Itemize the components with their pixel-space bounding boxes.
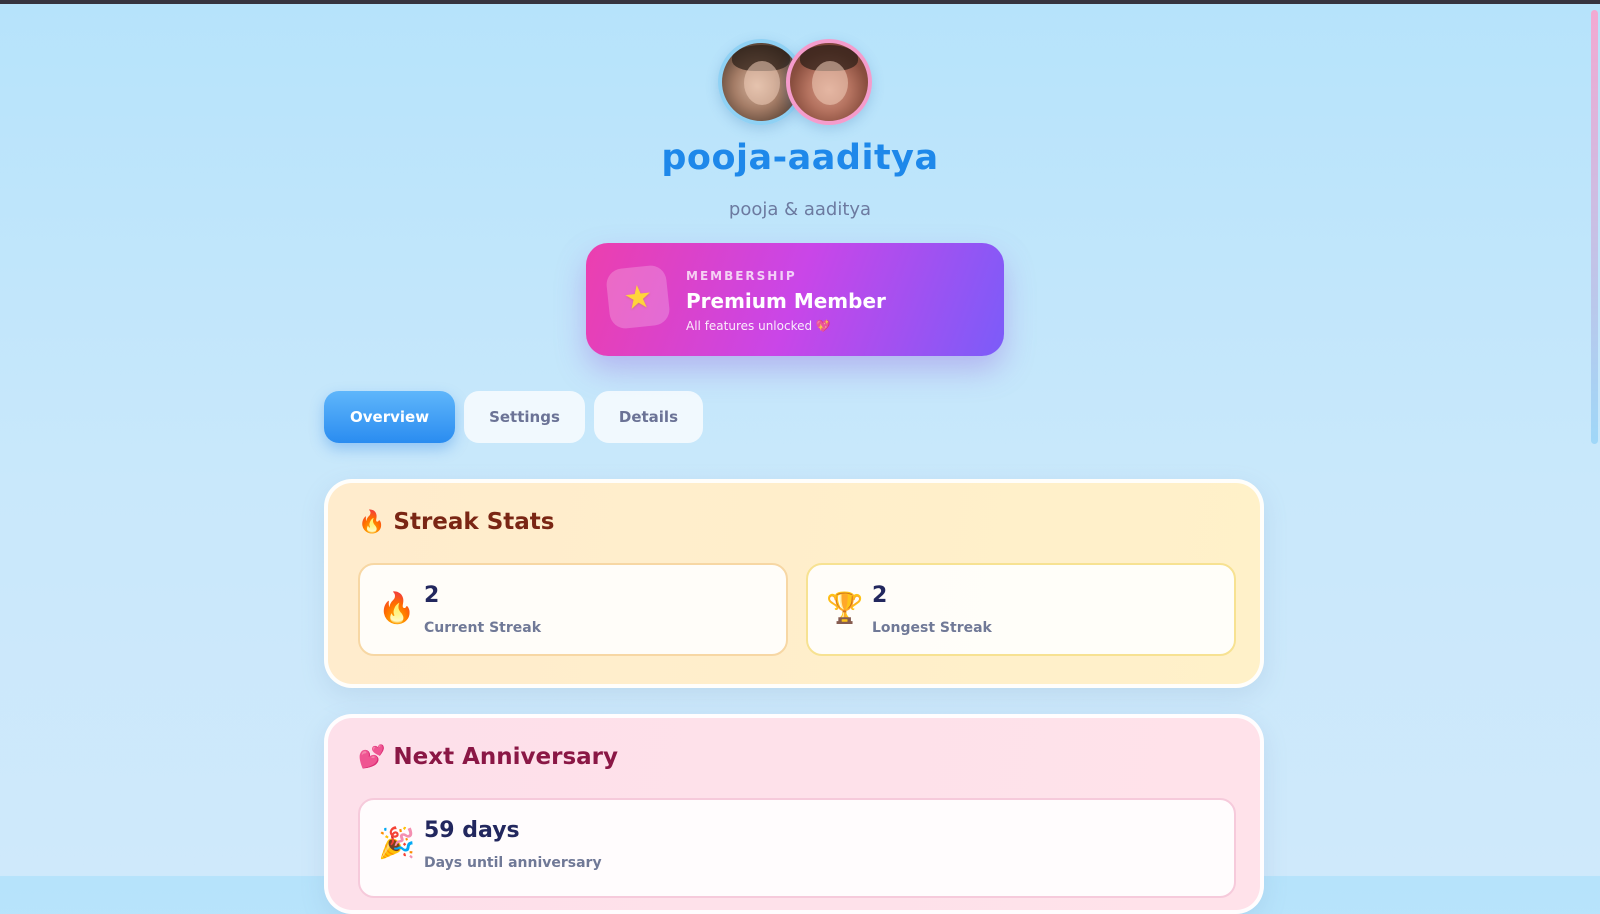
current-streak-card: 🔥 2 Current Streak — [358, 563, 788, 656]
couple-avatars — [718, 39, 874, 125]
longest-streak-label: Longest Streak — [872, 620, 992, 636]
avatar-aaditya — [786, 39, 872, 125]
fire-icon: 🔥 — [378, 591, 416, 626]
next-anniversary-panel: 💕 Next Anniversary 🎉 59 days Days until … — [324, 714, 1264, 914]
streak-stats-title: Streak Stats — [393, 509, 555, 535]
tab-bar: Overview Settings Details — [324, 391, 704, 443]
next-anniversary-heading: 💕 Next Anniversary — [358, 744, 618, 770]
days-until-anniversary-value: 59 days — [424, 818, 520, 843]
membership-label: MEMBERSHIP — [686, 269, 797, 283]
streak-stats-heading: 🔥 Streak Stats — [358, 509, 555, 535]
longest-streak-value: 2 — [872, 583, 888, 608]
fire-icon: 🔥 — [358, 509, 386, 535]
page-subtitle: pooja & aaditya — [728, 199, 872, 220]
trophy-icon: 🏆 — [826, 591, 864, 626]
longest-streak-card: 🏆 2 Longest Streak — [806, 563, 1236, 656]
streak-stats-panel: 🔥 Streak Stats 🔥 2 Current Streak 🏆 2 Lo… — [324, 479, 1264, 688]
membership-title: Premium Member — [686, 289, 886, 313]
membership-note: All features unlocked 💖 — [686, 319, 831, 333]
tab-settings[interactable]: Settings — [464, 391, 585, 443]
party-popper-icon: 🎉 — [378, 826, 416, 861]
next-anniversary-title: Next Anniversary — [393, 744, 619, 770]
membership-card: ★ MEMBERSHIP Premium Member All features… — [586, 243, 1004, 356]
star-icon: ★ — [605, 264, 671, 330]
window-top-bar — [0, 0, 1600, 4]
scrollbar-thumb[interactable] — [1591, 10, 1598, 444]
current-streak-value: 2 — [424, 583, 440, 608]
scrollbar[interactable] — [1588, 4, 1600, 876]
days-until-anniversary-card: 🎉 59 days Days until anniversary — [358, 798, 1236, 898]
current-streak-label: Current Streak — [424, 620, 542, 636]
tab-overview[interactable]: Overview — [324, 391, 456, 443]
page-title: pooja-aaditya — [661, 138, 939, 178]
hearts-icon: 💕 — [358, 744, 386, 770]
days-until-anniversary-label: Days until anniversary — [424, 855, 602, 871]
tab-details[interactable]: Details — [593, 391, 704, 443]
